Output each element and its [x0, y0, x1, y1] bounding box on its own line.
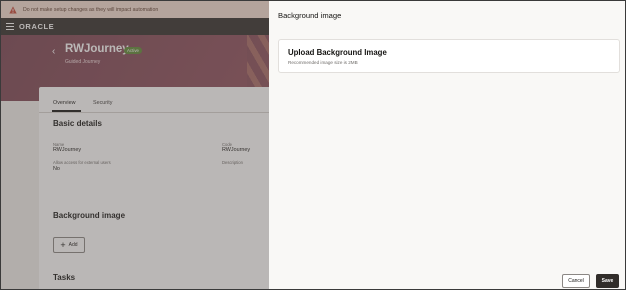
upload-background-dropzone[interactable]: Upload Background Image Recommended imag…: [278, 39, 620, 73]
screen: Do not make setup changes as they will i…: [0, 0, 626, 290]
background-image-drawer: Background image Upload Background Image…: [269, 1, 625, 289]
upload-size-hint: Recommended image size is 2MB: [288, 60, 358, 65]
cancel-button[interactable]: Cancel: [562, 274, 590, 288]
upload-title: Upload Background Image: [288, 48, 387, 57]
modal-overlay[interactable]: [1, 1, 269, 289]
drawer-title: Background image: [278, 11, 342, 20]
save-button[interactable]: Save: [596, 274, 619, 288]
